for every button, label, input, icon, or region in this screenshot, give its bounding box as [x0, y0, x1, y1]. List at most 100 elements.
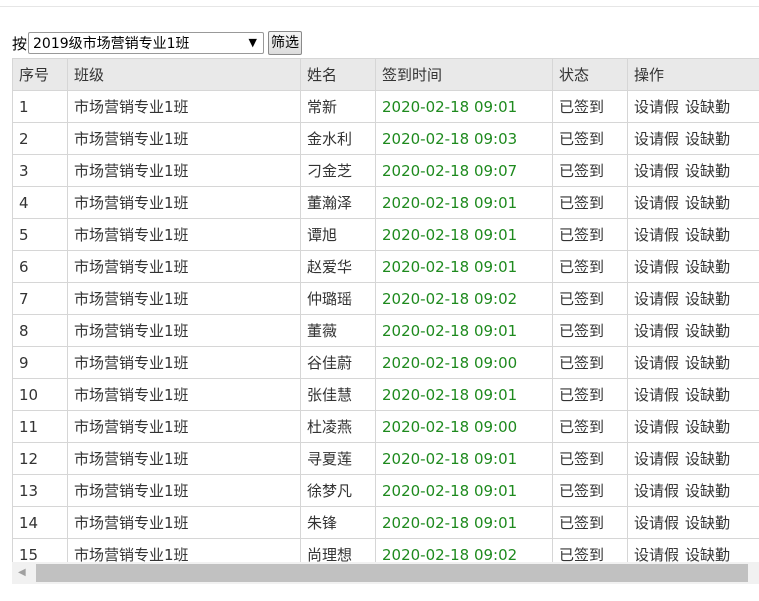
- table-header-row: 序号 班级 姓名 签到时间 状态 操作: [12, 58, 759, 91]
- row-actions: 设请假 设缺勤: [627, 218, 759, 251]
- row-name: 张佳慧: [300, 378, 376, 411]
- row-actions: 设请假 设缺勤: [627, 90, 759, 123]
- row-name: 刁金芝: [300, 154, 376, 187]
- table-row: 4 市场营销专业1班 董瀚泽 2020-02-18 09:01 已签到 设请假 设缺勤: [12, 186, 759, 219]
- table-row: 6 市场营销专业1班 赵爱华 2020-02-18 09:01 已签到 设请假 设缺勤: [12, 250, 759, 283]
- row-class: 市场营销专业1班: [67, 186, 301, 219]
- set-leave-button[interactable]: 设请假: [634, 226, 679, 244]
- row-number: 15: [12, 538, 68, 562]
- filter-label: 按: [12, 34, 28, 53]
- set-absent-button[interactable]: 设缺勤: [685, 322, 730, 340]
- row-number: 7: [12, 282, 68, 315]
- row-class: 市场营销专业1班: [67, 282, 301, 315]
- row-class: 市场营销专业1班: [67, 218, 301, 251]
- filter-button[interactable]: 筛选: [268, 31, 303, 55]
- set-leave-button[interactable]: 设请假: [634, 546, 679, 562]
- row-actions: 设请假 设缺勤: [627, 314, 759, 347]
- set-leave-button[interactable]: 设请假: [634, 514, 679, 532]
- set-absent-button[interactable]: 设缺勤: [685, 450, 730, 468]
- set-leave-button[interactable]: 设请假: [634, 482, 679, 500]
- row-status: 已签到: [552, 218, 628, 251]
- set-absent-button[interactable]: 设缺勤: [685, 386, 730, 404]
- row-name: 金水利: [300, 122, 376, 155]
- row-time: 2020-02-18 09:01: [375, 250, 553, 283]
- row-time: 2020-02-18 09:01: [375, 442, 553, 475]
- set-leave-button[interactable]: 设请假: [634, 322, 679, 340]
- set-leave-button[interactable]: 设请假: [634, 386, 679, 404]
- set-absent-button[interactable]: 设缺勤: [685, 98, 730, 116]
- set-absent-button[interactable]: 设缺勤: [685, 226, 730, 244]
- row-status: 已签到: [552, 410, 628, 443]
- table-row: 15 市场营销专业1班 尚理想 2020-02-18 09:02 已签到 设请假 设缺勤: [12, 538, 759, 562]
- set-leave-button[interactable]: 设请假: [634, 418, 679, 436]
- row-time: 2020-02-18 09:03: [375, 122, 553, 155]
- row-class: 市场营销专业1班: [67, 346, 301, 379]
- set-leave-button[interactable]: 设请假: [634, 450, 679, 468]
- set-absent-button[interactable]: 设缺勤: [685, 482, 730, 500]
- set-absent-button[interactable]: 设缺勤: [685, 354, 730, 372]
- row-status: 已签到: [552, 442, 628, 475]
- row-name: 董瀚泽: [300, 186, 376, 219]
- row-actions: 设请假 设缺勤: [627, 442, 759, 475]
- set-leave-button[interactable]: 设请假: [634, 258, 679, 276]
- set-leave-button[interactable]: 设请假: [634, 290, 679, 308]
- row-class: 市场营销专业1班: [67, 90, 301, 123]
- set-leave-button[interactable]: 设请假: [634, 162, 679, 180]
- row-class: 市场营销专业1班: [67, 442, 301, 475]
- row-status: 已签到: [552, 506, 628, 539]
- row-number: 6: [12, 250, 68, 283]
- row-status: 已签到: [552, 474, 628, 507]
- row-time: 2020-02-18 09:01: [375, 378, 553, 411]
- set-absent-button[interactable]: 设缺勤: [685, 130, 730, 148]
- table-row: 11 市场营销专业1班 杜凌燕 2020-02-18 09:00 已签到 设请假 设缺勤: [12, 410, 759, 443]
- scrollbar-thumb[interactable]: [36, 564, 748, 582]
- set-leave-button[interactable]: 设请假: [634, 194, 679, 212]
- set-leave-button[interactable]: 设请假: [634, 98, 679, 116]
- header-time: 签到时间: [375, 58, 553, 91]
- row-actions: 设请假 设缺勤: [627, 250, 759, 283]
- row-actions: 设请假 设缺勤: [627, 538, 759, 562]
- set-absent-button[interactable]: 设缺勤: [685, 290, 730, 308]
- set-absent-button[interactable]: 设缺勤: [685, 546, 730, 562]
- row-number: 4: [12, 186, 68, 219]
- header-actions: 操作: [627, 58, 759, 91]
- row-time: 2020-02-18 09:00: [375, 410, 553, 443]
- row-name: 杜凌燕: [300, 410, 376, 443]
- row-status: 已签到: [552, 346, 628, 379]
- filter-bar: 按 2019级市场营销专业1班 ▼ 筛选: [12, 30, 303, 56]
- set-absent-button[interactable]: 设缺勤: [685, 194, 730, 212]
- row-time: 2020-02-18 09:01: [375, 186, 553, 219]
- set-absent-button[interactable]: 设缺勤: [685, 258, 730, 276]
- row-status: 已签到: [552, 122, 628, 155]
- set-leave-button[interactable]: 设请假: [634, 354, 679, 372]
- header-no: 序号: [12, 58, 68, 91]
- row-number: 5: [12, 218, 68, 251]
- row-class: 市场营销专业1班: [67, 410, 301, 443]
- row-time: 2020-02-18 09:01: [375, 474, 553, 507]
- table-row: 12 市场营销专业1班 寻夏莲 2020-02-18 09:01 已签到 设请假 设缺勤: [12, 442, 759, 475]
- row-actions: 设请假 设缺勤: [627, 410, 759, 443]
- row-number: 1: [12, 90, 68, 123]
- set-absent-button[interactable]: 设缺勤: [685, 418, 730, 436]
- set-absent-button[interactable]: 设缺勤: [685, 514, 730, 532]
- set-absent-button[interactable]: 设缺勤: [685, 162, 730, 180]
- row-status: 已签到: [552, 154, 628, 187]
- row-status: 已签到: [552, 90, 628, 123]
- row-actions: 设请假 设缺勤: [627, 282, 759, 315]
- triangle-left-icon[interactable]: ◀: [18, 567, 26, 578]
- row-name: 仲璐瑶: [300, 282, 376, 315]
- row-time: 2020-02-18 09:01: [375, 90, 553, 123]
- row-class: 市场营销专业1班: [67, 154, 301, 187]
- table-row: 10 市场营销专业1班 张佳慧 2020-02-18 09:01 已签到 设请假 设缺勤: [12, 378, 759, 411]
- class-select[interactable]: 2019级市场营销专业1班 ▼: [28, 32, 265, 54]
- row-status: 已签到: [552, 378, 628, 411]
- table-row: 1 市场营销专业1班 常新 2020-02-18 09:01 已签到 设请假 设缺勤: [12, 90, 759, 123]
- row-time: 2020-02-18 09:01: [375, 506, 553, 539]
- row-name: 寻夏莲: [300, 442, 376, 475]
- set-leave-button[interactable]: 设请假: [634, 130, 679, 148]
- table-row: 3 市场营销专业1班 刁金芝 2020-02-18 09:07 已签到 设请假 设缺勤: [12, 154, 759, 187]
- horizontal-scrollbar[interactable]: ◀: [12, 562, 759, 584]
- row-name: 尚理想: [300, 538, 376, 562]
- row-name: 谷佳蔚: [300, 346, 376, 379]
- row-class: 市场营销专业1班: [67, 506, 301, 539]
